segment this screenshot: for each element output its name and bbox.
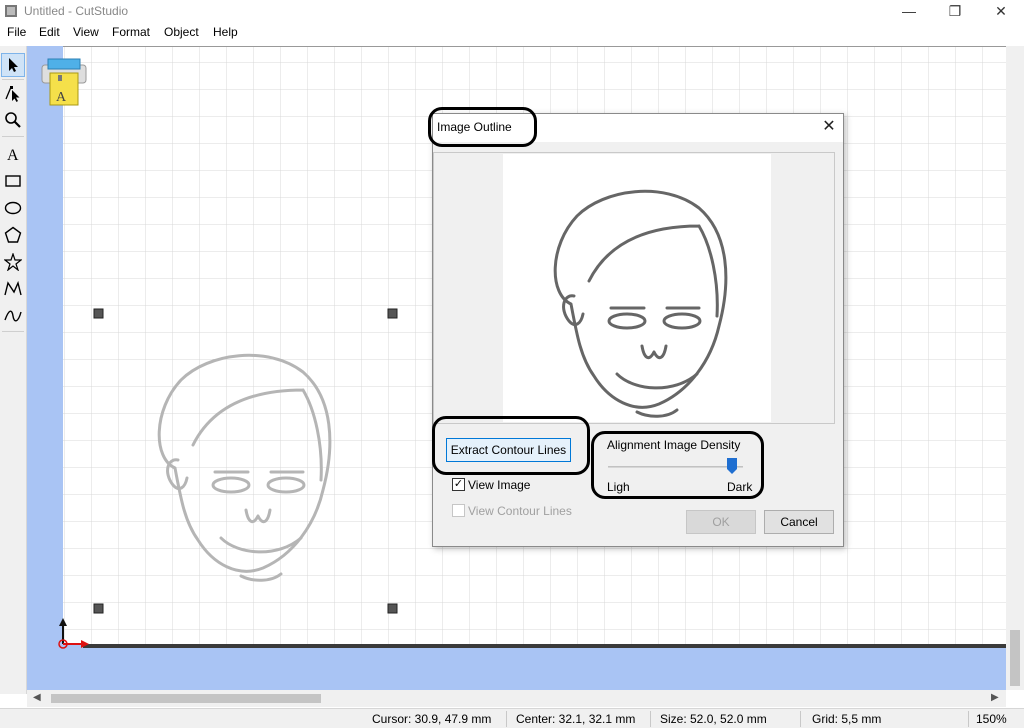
polyline-icon [4, 280, 22, 296]
density-group-label: Alignment Image Density [607, 438, 741, 452]
density-slider-thumb[interactable] [727, 458, 738, 474]
ellipse-tool[interactable] [1, 196, 25, 220]
rectangle-icon [5, 175, 21, 187]
close-window-button[interactable]: ✕ [978, 0, 1024, 22]
menu-help[interactable]: Help [213, 25, 238, 39]
density-min-label: Ligh [607, 480, 630, 494]
scroll-right-arrow-icon[interactable]: ▶ [991, 692, 999, 703]
rectangle-tool[interactable] [1, 169, 25, 193]
title-bar: Untitled - CutStudio — ❐ ✕ [0, 0, 1024, 22]
text-tool[interactable]: A [1, 142, 25, 166]
cursor-position: Cursor: 30.9, 47.9 mm [372, 712, 492, 726]
sheet-edge [63, 46, 1006, 47]
printer-device-icon[interactable]: A [38, 55, 90, 109]
select-tool[interactable] [1, 53, 25, 77]
density-slider-track[interactable] [608, 466, 743, 468]
dialog-title: Image Outline [437, 120, 512, 134]
svg-text:A: A [56, 90, 67, 105]
media-baseline [83, 644, 1006, 648]
horizontal-scroll-thumb[interactable] [51, 694, 321, 703]
drawing-toolbar: A [0, 46, 27, 694]
menu-bar: File Edit View Format Object Help [0, 22, 1024, 44]
status-separator [800, 711, 801, 727]
toolbar-separator [2, 331, 24, 332]
polyline-tool[interactable] [1, 277, 25, 301]
ok-button[interactable]: OK [686, 510, 756, 534]
status-separator [506, 711, 507, 727]
pentagon-icon [4, 226, 22, 243]
view-image-checkbox[interactable]: ✓ [452, 478, 465, 491]
zoom-level: 150% [976, 712, 1007, 726]
cutstudio-app-icon [5, 5, 17, 17]
object-size: Size: 52.0, 52.0 mm [660, 712, 767, 726]
center-position: Center: 32.1, 32.1 mm [516, 712, 636, 726]
svg-text:A: A [7, 147, 19, 163]
node-edit-tool[interactable] [1, 81, 25, 105]
toolbar-separator [2, 79, 24, 80]
menu-format[interactable]: Format [112, 25, 150, 39]
dialog-close-icon[interactable]: ✕ [819, 117, 839, 137]
menu-view[interactable]: View [73, 25, 99, 39]
polygon-tool[interactable] [1, 223, 25, 247]
curve-icon [4, 310, 22, 322]
star-icon [4, 253, 22, 271]
magnifier-icon [5, 112, 21, 128]
selection-handle-top-left[interactable] [93, 308, 104, 319]
cancel-button[interactable]: Cancel [764, 510, 834, 534]
arrow-pointer-icon [9, 58, 18, 72]
status-separator [968, 711, 969, 727]
density-max-label: Dark [727, 480, 753, 494]
bezier-curve-tool[interactable] [1, 304, 25, 328]
scroll-left-arrow-icon[interactable]: ◀ [33, 692, 41, 703]
star-tool[interactable] [1, 250, 25, 274]
face-preview-image [553, 189, 728, 418]
dialog-title-bar: Image Outline ✕ [433, 114, 843, 142]
node-edit-icon [5, 86, 20, 102]
selection-handle-top-right[interactable] [387, 308, 398, 319]
image-preview-pane [433, 152, 835, 424]
menu-edit[interactable]: Edit [39, 25, 60, 39]
selection-handle-bottom-right[interactable] [387, 603, 398, 614]
vertical-scrollbar[interactable] [1006, 46, 1024, 690]
image-outline-dialog: Image Outline ✕ Extract Contour Lines ✓ … [432, 113, 844, 547]
window-title: Untitled - CutStudio [24, 4, 129, 18]
maximize-button[interactable]: ❐ [932, 0, 978, 22]
menu-object[interactable]: Object [164, 25, 199, 39]
vertical-scroll-thumb[interactable] [1010, 630, 1020, 686]
extract-contour-lines-button[interactable]: Extract Contour Lines [446, 438, 571, 462]
minimize-button[interactable]: — [886, 0, 932, 22]
ellipse-icon [4, 201, 22, 215]
status-bar: Cursor: 30.9, 47.9 mm Center: 32.1, 32.1… [0, 708, 1024, 728]
menu-file[interactable]: File [7, 25, 26, 39]
selection-handle-bottom-left[interactable] [93, 603, 104, 614]
view-contour-lines-checkbox[interactable] [452, 504, 465, 517]
view-contour-lines-label: View Contour Lines [468, 504, 572, 518]
zoom-tool[interactable] [1, 108, 25, 132]
horizontal-scrollbar[interactable]: ◀ ▶ [27, 690, 1006, 707]
status-separator [650, 711, 651, 727]
preview-paper [503, 154, 771, 422]
view-image-label: View Image [468, 478, 531, 492]
grid-size: Grid: 5,5 mm [812, 712, 882, 726]
cutstudio-window: Untitled - CutStudio — ❐ ✕ File Edit Vie… [0, 0, 1024, 728]
letter-a-icon: A [7, 147, 19, 163]
toolbar-separator [2, 136, 24, 137]
